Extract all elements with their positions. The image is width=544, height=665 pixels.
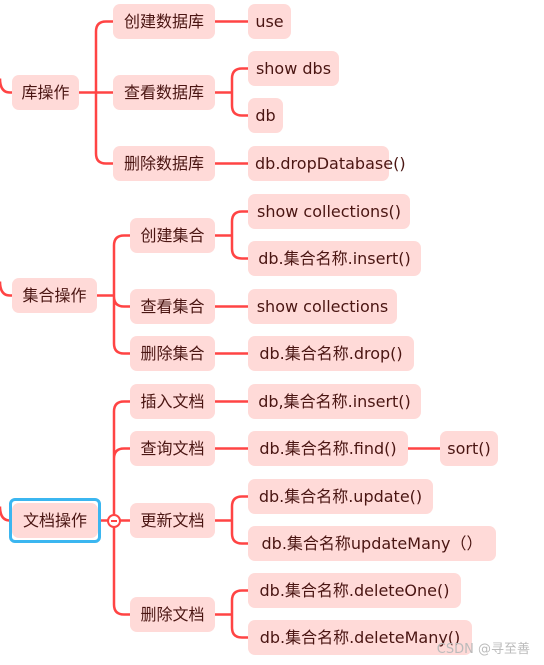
subtopic[interactable]: 查询文档 xyxy=(130,431,215,466)
leaf-command[interactable]: db.集合名称.update() xyxy=(248,479,433,514)
leaf-command[interactable]: db.集合名称.find() xyxy=(248,431,408,466)
subtopic[interactable]: 创建数据库 xyxy=(113,4,215,39)
leaf-command[interactable]: show collections xyxy=(248,289,397,324)
collapse-toggle-icon[interactable] xyxy=(107,513,121,528)
selection-outline xyxy=(9,498,101,543)
topic-1[interactable]: 集合操作 xyxy=(12,278,97,313)
subtopic[interactable]: 删除集合 xyxy=(130,336,215,371)
leaf-command[interactable]: sort() xyxy=(440,431,498,466)
leaf-command[interactable]: show collections() xyxy=(248,194,410,229)
leaf-command[interactable]: db.集合名称.insert() xyxy=(248,241,421,276)
leaf-command[interactable]: db.集合名称.deleteOne() xyxy=(248,573,461,608)
subtopic[interactable]: 删除文档 xyxy=(130,597,215,632)
leaf-command[interactable]: show dbs xyxy=(248,51,339,86)
watermark: CSDN @寻至善 xyxy=(436,642,530,657)
subtopic[interactable]: 插入文档 xyxy=(130,384,215,419)
leaf-command[interactable]: db,集合名称.insert() xyxy=(248,384,421,419)
subtopic[interactable]: 更新文档 xyxy=(130,503,215,538)
subtopic[interactable]: 查看集合 xyxy=(130,289,215,324)
leaf-command[interactable]: db.dropDatabase() xyxy=(248,146,406,181)
leaf-command[interactable]: db.集合名称updateMany（） xyxy=(248,526,496,561)
leaf-command[interactable]: db xyxy=(248,98,283,133)
topic-0[interactable]: 库操作 xyxy=(12,75,79,110)
subtopic[interactable]: 创建集合 xyxy=(130,218,215,253)
subtopic[interactable]: 查看数据库 xyxy=(113,75,215,110)
subtopic[interactable]: 删除数据库 xyxy=(113,146,215,181)
leaf-command[interactable]: use xyxy=(248,4,291,39)
leaf-command[interactable]: db.集合名称.drop() xyxy=(248,336,414,371)
